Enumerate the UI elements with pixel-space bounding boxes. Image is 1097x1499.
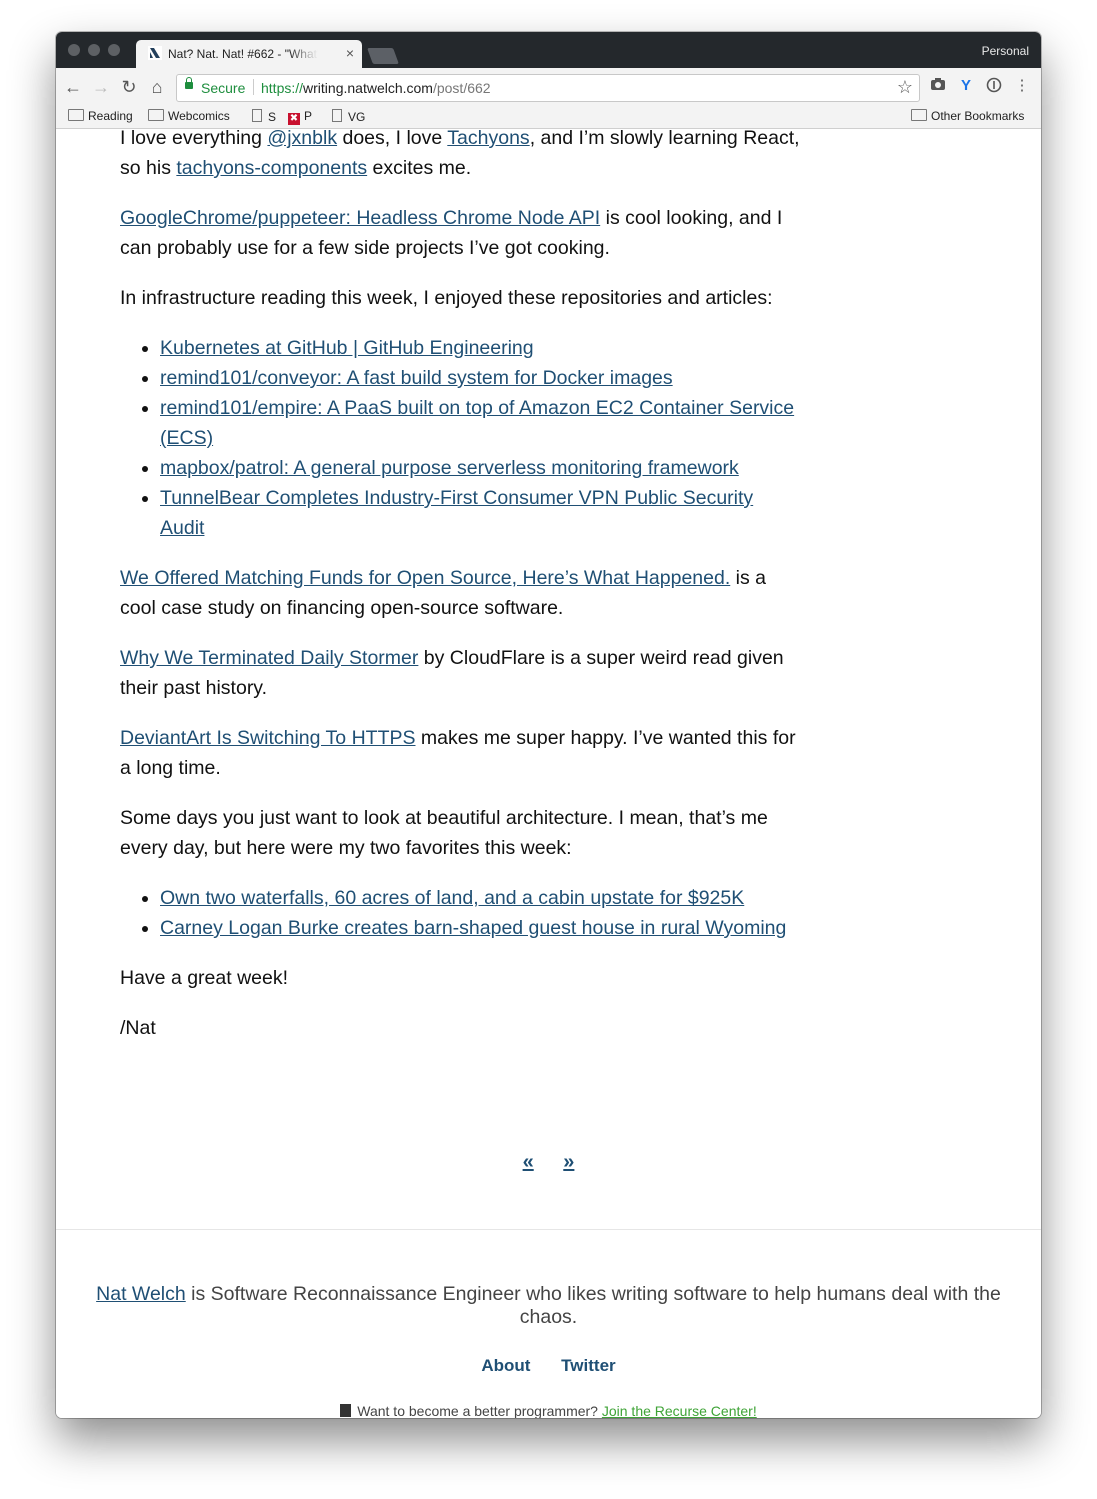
url-divider: [253, 79, 254, 95]
reload-icon[interactable]: ↻: [118, 76, 140, 98]
link-tachyons-components[interactable]: tachyons-components: [176, 157, 367, 179]
paragraph: I love everything @jxnblk does, I love T…: [120, 129, 800, 179]
bookmark-vg[interactable]: VG: [332, 109, 365, 124]
address-bar[interactable]: Secure https://writing.natwelch.com/post…: [176, 74, 920, 102]
recurse-promo: Want to become a better programmer? Join…: [56, 1403, 1041, 1418]
list-item: TunnelBear Completes Industry-First Cons…: [160, 483, 800, 543]
paragraph: We Offered Matching Funds for Open Sourc…: [120, 567, 767, 619]
list-item: Own two waterfalls, 60 acres of land, an…: [160, 883, 800, 913]
lock-icon: [185, 77, 193, 89]
menu-icon[interactable]: ⋮: [1013, 77, 1031, 95]
browser-tab[interactable]: Nat? Nat. Nat! #662 - "What's ×: [136, 40, 362, 68]
signature: /Nat: [120, 1017, 156, 1039]
info-icon[interactable]: [985, 77, 1003, 95]
previous-post-link[interactable]: «: [523, 1151, 534, 1173]
list-item: remind101/empire: A PaaS built on top of…: [160, 393, 800, 453]
bookmark-p-icon: ✖: [288, 113, 300, 125]
bookmark-other[interactable]: Other Bookmarks: [911, 109, 1024, 123]
minimize-window-button[interactable]: [88, 44, 100, 56]
back-icon[interactable]: ←: [62, 76, 84, 98]
browser-toolbar: ← → ↻ ⌂ Secure https://writing.natwelch.…: [56, 68, 1041, 106]
footer-divider: [56, 1229, 1041, 1230]
url-text[interactable]: https://writing.natwelch.com/post/662: [261, 80, 491, 96]
folder-icon: [68, 109, 84, 121]
post-body: I love everything @jxnblk does, I love T…: [120, 129, 800, 1063]
bookmark-reading[interactable]: Reading: [68, 109, 133, 123]
list-item: Kubernetes at GitHub | GitHub Engineerin…: [160, 333, 800, 363]
new-tab-button[interactable]: [367, 48, 399, 64]
close-window-button[interactable]: [68, 44, 80, 56]
link-tachyons[interactable]: Tachyons: [447, 129, 529, 149]
paragraph: Some days you just want to look at beaut…: [120, 807, 768, 859]
bookmark-p[interactable]: ✖ P: [288, 109, 312, 125]
url-scheme: https://: [261, 80, 304, 96]
list-item: Carney Logan Burke creates barn-shaped g…: [160, 913, 800, 943]
link-kubernetes-github[interactable]: Kubernetes at GitHub | GitHub Engineerin…: [160, 337, 534, 359]
link-puppeteer[interactable]: GoogleChrome/puppeteer: Headless Chrome …: [120, 207, 600, 229]
folder-icon: [911, 109, 927, 121]
bookmark-webcomics[interactable]: Webcomics: [148, 109, 230, 123]
author-link[interactable]: Nat Welch: [96, 1283, 186, 1305]
zoom-window-button[interactable]: [108, 44, 120, 56]
home-icon[interactable]: ⌂: [146, 76, 168, 98]
link-daily-stormer[interactable]: Why We Terminated Daily Stormer: [120, 647, 418, 669]
infra-links-list: Kubernetes at GitHub | GitHub Engineerin…: [120, 333, 800, 543]
star-icon[interactable]: ☆: [897, 77, 913, 98]
secure-label: Secure: [201, 80, 246, 96]
paragraph: GoogleChrome/puppeteer: Headless Chrome …: [120, 207, 783, 259]
link-conveyor[interactable]: remind101/conveyor: A fast build system …: [160, 367, 673, 389]
camera-icon[interactable]: [929, 77, 947, 95]
paragraph: Why We Terminated Daily Stormer by Cloud…: [120, 647, 784, 699]
list-item: remind101/conveyor: A fast build system …: [160, 363, 800, 393]
url-path: /post/662: [432, 80, 491, 96]
link-empire[interactable]: remind101/empire: A PaaS built on top of…: [160, 397, 794, 449]
title-bar: Nat? Nat. Nat! #662 - "What's × Personal: [56, 32, 1041, 68]
list-item: mapbox/patrol: A general purpose serverl…: [160, 453, 800, 483]
recurse-logo-icon: [340, 1404, 352, 1417]
tab-title: Nat? Nat. Nat! #662 - "What's: [168, 47, 318, 61]
next-post-link[interactable]: »: [563, 1151, 574, 1173]
link-jxnblk[interactable]: @jxnblk: [267, 129, 337, 149]
link-deviantart-https[interactable]: DeviantArt Is Switching To HTTPS: [120, 727, 416, 749]
paragraph: DeviantArt Is Switching To HTTPS makes m…: [120, 727, 796, 779]
tab-close-icon[interactable]: ×: [346, 45, 354, 61]
footer-nav: About Twitter: [56, 1356, 1041, 1376]
bookmark-s[interactable]: S: [252, 109, 276, 124]
paragraph: Have a great week!: [120, 967, 289, 989]
url-host: writing.natwelch.com: [303, 80, 433, 96]
about-link[interactable]: About: [481, 1356, 530, 1375]
browser-window: Nat? Nat. Nat! #662 - "What's × Personal…: [56, 32, 1041, 1418]
page-icon: [332, 109, 342, 122]
paragraph: In infrastructure reading this week, I e…: [120, 287, 773, 309]
yoast-icon[interactable]: Y: [957, 77, 975, 95]
post-pager: « »: [56, 1151, 1041, 1174]
page-icon: [252, 109, 262, 122]
site-favicon-icon: [148, 46, 162, 60]
forward-icon[interactable]: →: [90, 76, 112, 98]
link-waterfalls-cabin[interactable]: Own two waterfalls, 60 acres of land, an…: [160, 887, 744, 909]
architecture-links-list: Own two waterfalls, 60 acres of land, an…: [120, 883, 800, 943]
profile-name[interactable]: Personal: [982, 44, 1029, 58]
folder-icon: [148, 109, 164, 121]
recurse-center-link[interactable]: Join the Recurse Center!: [602, 1403, 757, 1418]
author-bio: Nat Welch is Software Reconnaissance Eng…: [96, 1283, 1001, 1328]
link-barn-guest-house[interactable]: Carney Logan Burke creates barn-shaped g…: [160, 917, 786, 939]
page-content: I love everything @jxnblk does, I love T…: [56, 129, 1041, 1418]
twitter-link[interactable]: Twitter: [561, 1356, 615, 1375]
link-patrol[interactable]: mapbox/patrol: A general purpose serverl…: [160, 457, 739, 479]
bookmarks-bar: Reading Webcomics S ✖ P VG Other Bookmark…: [56, 106, 1041, 129]
link-matching-funds[interactable]: We Offered Matching Funds for Open Sourc…: [120, 567, 730, 589]
link-tunnelbear[interactable]: TunnelBear Completes Industry-First Cons…: [160, 487, 753, 539]
